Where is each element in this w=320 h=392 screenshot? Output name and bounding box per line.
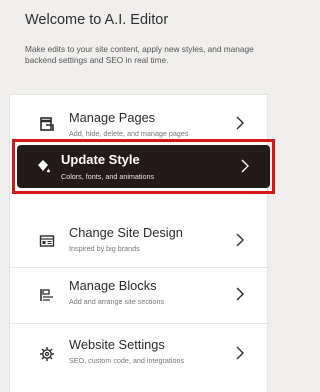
gear-icon (39, 346, 55, 362)
chevron-right-icon (233, 233, 247, 247)
menu-item-label: Manage Blocks (69, 278, 157, 293)
menu-item-subtitle: Add and arrange site sections (69, 297, 165, 306)
page-title: Welcome to A.I. Editor (25, 12, 169, 28)
highlight-frame: Update Style Colors, fonts, and animatio… (12, 139, 275, 194)
menu-item-label: Change Site Design (69, 225, 183, 240)
chevron-right-icon (238, 159, 252, 173)
chevron-right-icon (233, 287, 247, 301)
menu-item-subtitle: Add, hide, delete, and manage pages (69, 129, 189, 138)
menu-item-subtitle: Colors, fonts, and animations (61, 172, 155, 181)
menu-item-label: Update Style (61, 152, 140, 167)
layout-icon (39, 233, 55, 249)
menu-item-update-style[interactable]: Update Style Colors, fonts, and animatio… (17, 145, 270, 188)
menu-item-subtitle: Inspired by big brands (69, 244, 140, 253)
paint-bucket-icon (35, 158, 51, 174)
chevron-right-icon (233, 346, 247, 360)
menu-item-label: Manage Pages (69, 110, 156, 125)
menu-item-subtitle: SEO, custom code, and integrations (69, 356, 185, 365)
menu-item-label: Website Settings (69, 337, 165, 352)
blocks-icon (39, 287, 55, 303)
pages-icon (39, 116, 55, 132)
chevron-right-icon (233, 116, 247, 130)
page-description: Make edits to your site content, apply n… (25, 44, 254, 65)
menu-item-change-site-design[interactable]: Change Site Design Inspired by big brand… (10, 212, 267, 267)
menu-item-website-settings[interactable]: Website Settings SEO, custom code, and i… (10, 324, 267, 379)
menu-item-manage-blocks[interactable]: Manage Blocks Add and arrange site secti… (10, 268, 267, 323)
